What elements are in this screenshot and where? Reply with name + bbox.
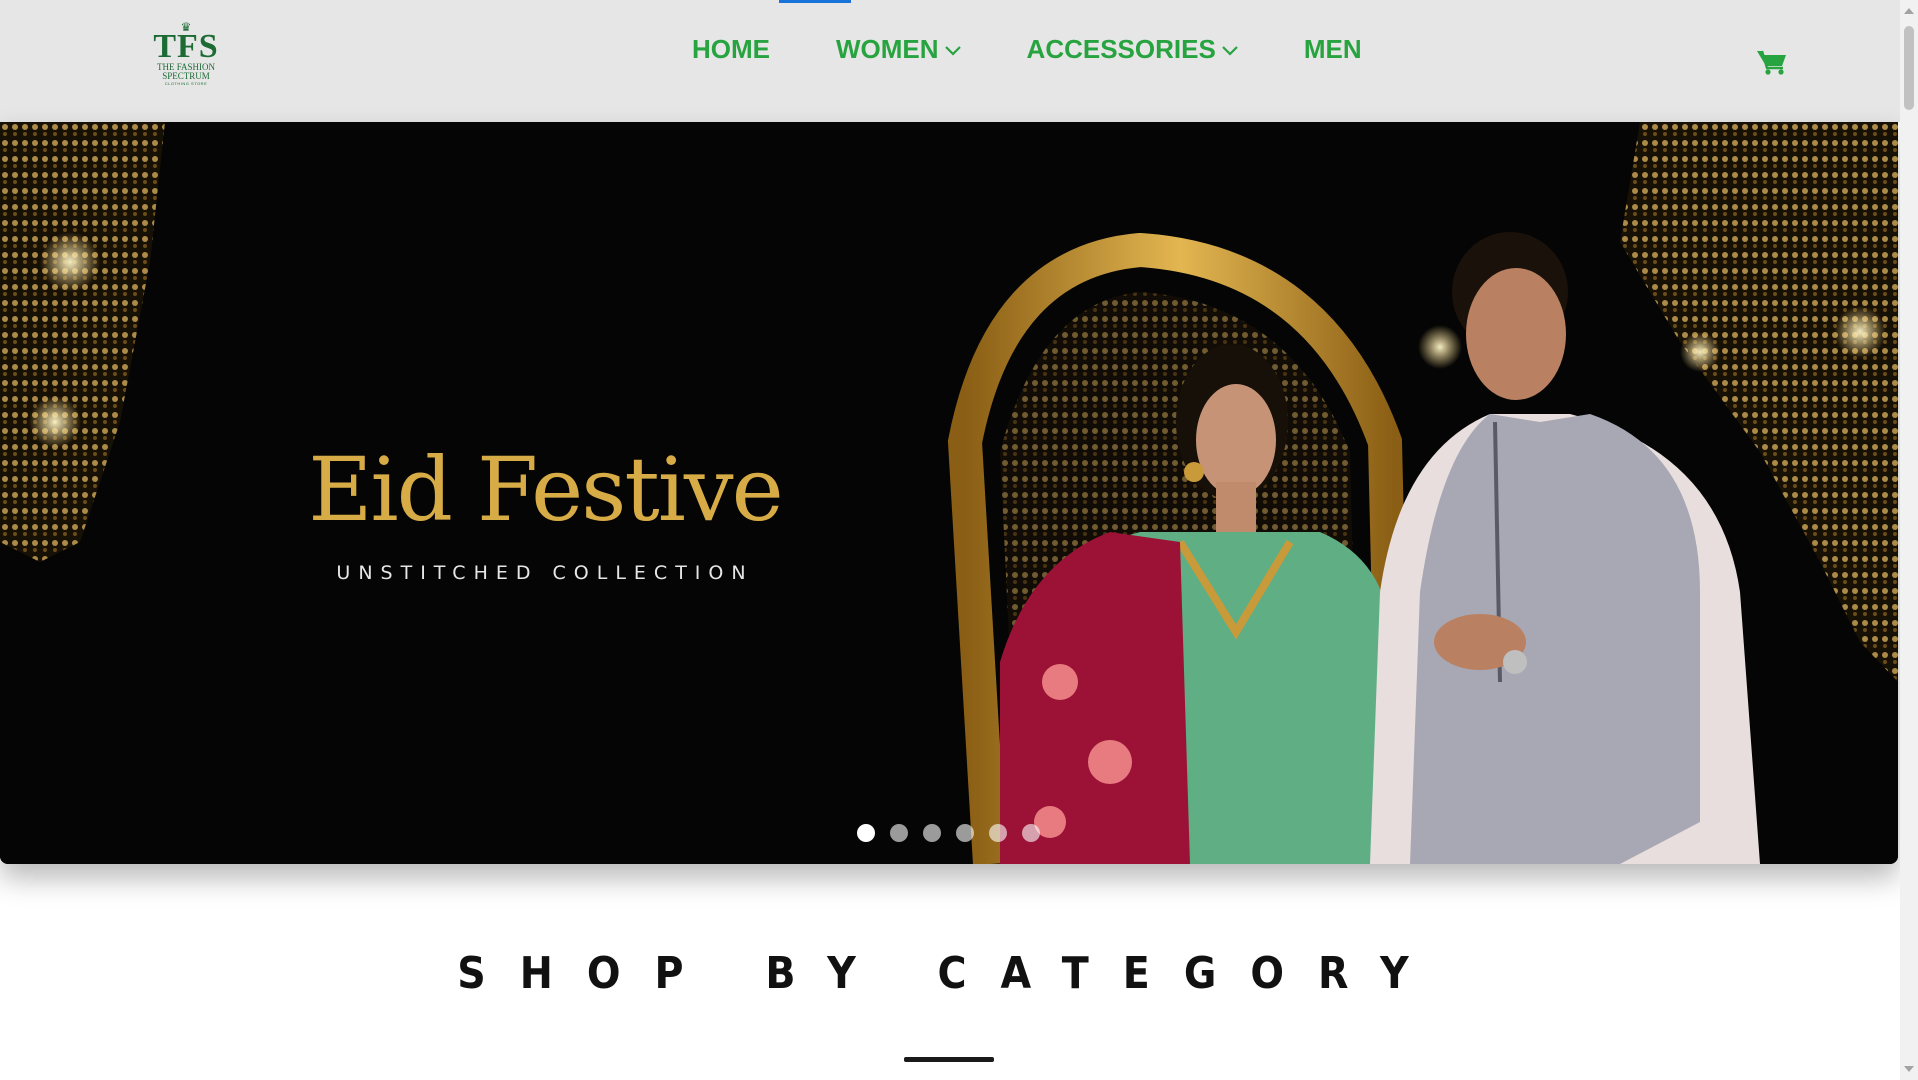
active-indicator-bar: [779, 0, 851, 3]
carousel-dot-5[interactable]: [989, 824, 1007, 842]
logo-line-3: CLOTHING STORE: [164, 81, 208, 86]
section-title-underline: [904, 1057, 994, 1062]
shopping-cart-icon[interactable]: [1756, 48, 1788, 76]
site-logo[interactable]: ♛ TFS THE FASHION SPECTRUM CLOTHING STOR…: [148, 21, 224, 94]
nav-women-label: WOMEN: [836, 34, 939, 64]
carousel-dot-1[interactable]: [857, 824, 875, 842]
scrollbar-thumb[interactable]: [1904, 26, 1914, 110]
nav-accessories-label: ACCESSORIES: [1026, 34, 1216, 64]
page-scrollbar[interactable]: [1900, 0, 1918, 1080]
logo-line-2: SPECTRUM: [162, 71, 210, 81]
chevron-down-icon: [1222, 44, 1238, 56]
nav-women[interactable]: WOMEN: [836, 34, 961, 65]
carousel-dot-3[interactable]: [923, 824, 941, 842]
hero-carousel[interactable]: Eid Festive UNSTITCHED COLLECTION: [0, 122, 1898, 864]
chevron-down-icon: [944, 44, 961, 56]
section-title: SHOP BY CATEGORY: [457, 948, 1443, 999]
nav-accessories[interactable]: ACCESSORIES: [1027, 34, 1238, 65]
nav-home-label: HOME: [692, 34, 770, 64]
main-nav: HOME WOMEN ACCESSORIES MEN: [692, 34, 1362, 65]
nav-men[interactable]: MEN: [1304, 34, 1362, 65]
hero-subtitle: UNSTITCHED COLLECTION: [336, 562, 754, 584]
scroll-down-arrow-icon[interactable]: [1904, 1066, 1914, 1072]
hero-banner-image: [0, 122, 1898, 864]
hero-title: Eid Festive: [308, 438, 783, 541]
carousel-dot-4[interactable]: [956, 824, 974, 842]
nav-men-label: MEN: [1303, 34, 1362, 64]
carousel-dot-6[interactable]: [1022, 824, 1040, 842]
site-header: ♛ TFS THE FASHION SPECTRUM CLOTHING STOR…: [0, 0, 1900, 122]
carousel-dot-2[interactable]: [890, 824, 908, 842]
nav-home[interactable]: HOME: [692, 34, 770, 65]
carousel-indicators: [857, 824, 1055, 842]
scroll-up-arrow-icon[interactable]: [1904, 8, 1914, 14]
logo-mark: TFS: [153, 28, 219, 65]
